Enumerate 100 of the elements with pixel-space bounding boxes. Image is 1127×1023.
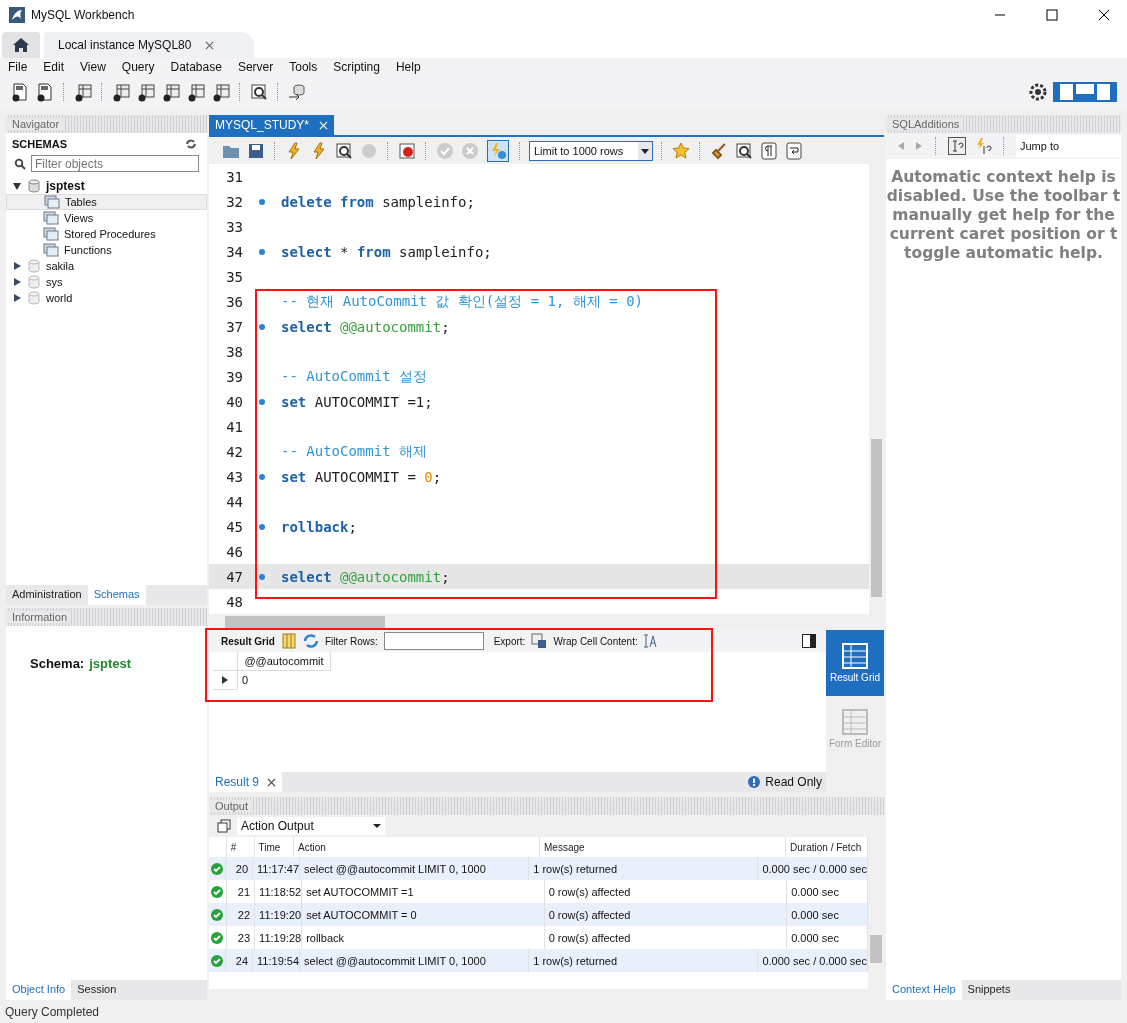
wrap-text-icon[interactable] — [643, 634, 658, 648]
line-number: 38 — [225, 343, 243, 360]
line-number: 37 — [225, 318, 243, 335]
tree-item[interactable]: Tables — [6, 194, 207, 210]
maximize-icon[interactable] — [1046, 9, 1058, 21]
close-icon[interactable] — [1098, 9, 1110, 21]
output-type-dropdown[interactable]: Action Output — [237, 817, 385, 835]
collapsed-arrow-icon[interactable] — [12, 293, 22, 303]
menu-item[interactable]: Help — [395, 60, 421, 74]
reconnect-icon[interactable] — [287, 82, 307, 102]
star-icon[interactable] — [671, 140, 691, 161]
refresh-icon[interactable] — [302, 633, 319, 649]
tree-item[interactable]: Stored Procedures — [6, 226, 207, 242]
status-message: Query Completed — [5, 1004, 100, 1019]
panel-tab[interactable]: Administration — [6, 585, 88, 605]
error-stop-icon[interactable] — [397, 140, 417, 161]
menu-item[interactable]: Query — [121, 60, 155, 74]
code-line: set AUTOCOMMIT = 0; — [281, 468, 442, 485]
wrap-label: Wrap Cell Content: — [553, 635, 638, 647]
line-number: 43 — [225, 468, 243, 485]
explain-icon[interactable] — [334, 140, 354, 161]
panel-toggle-icon[interactable] — [802, 634, 816, 648]
collapsed-arrow-icon[interactable] — [12, 277, 22, 287]
limit-dropdown[interactable]: Limit to 1000 rows — [529, 140, 653, 161]
auto-help-icon[interactable] — [974, 137, 992, 155]
line-number: 42 — [225, 443, 243, 460]
menu-item[interactable]: Database — [170, 60, 222, 74]
table-cell: 11:17:47 — [253, 857, 301, 880]
panel-tab[interactable]: Object Info — [6, 980, 72, 1000]
search-icon[interactable] — [249, 82, 269, 102]
menu-item[interactable]: Edit — [43, 60, 65, 74]
copy-icon[interactable] — [217, 819, 231, 833]
create-view-icon[interactable] — [161, 82, 181, 102]
menu-item[interactable]: Tools — [289, 60, 318, 74]
menu-item[interactable]: Server — [237, 60, 274, 74]
find-icon[interactable] — [734, 140, 754, 161]
refresh-icon[interactable] — [185, 138, 197, 150]
broom-icon[interactable] — [709, 140, 729, 161]
tree-item[interactable]: Functions — [6, 242, 207, 258]
close-icon[interactable] — [267, 777, 277, 787]
menu-item[interactable]: Scripting — [333, 60, 380, 74]
menu-item[interactable]: File — [8, 60, 28, 74]
collapsed-arrow-icon[interactable] — [12, 261, 22, 271]
schema-item[interactable]: sakila — [46, 260, 75, 272]
table-cell: 0 row(s) affected — [544, 903, 788, 926]
new-sql-file-icon[interactable] — [10, 82, 30, 102]
table-cell: select @@autocommit LIMIT 0, 1000 — [300, 857, 530, 880]
table-cell: 11:19:20 — [255, 903, 303, 926]
info-icon — [748, 776, 761, 788]
schema-item[interactable]: jsptest — [46, 179, 85, 193]
export-label: Export: — [493, 635, 526, 647]
jump-to-dropdown[interactable]: Jump to — [1016, 135, 1121, 157]
panel-header: SQLAdditions — [886, 115, 1121, 133]
home-icon[interactable] — [12, 37, 30, 53]
line-number: 33 — [225, 218, 243, 235]
line-number: 40 — [225, 393, 243, 410]
panel-tab[interactable]: Snippets — [961, 980, 1017, 1000]
success-icon — [210, 862, 223, 875]
dropdown-arrow-icon[interactable] — [373, 823, 381, 829]
editor-tab[interactable]: MYSQL_STUDY* — [209, 115, 335, 135]
layout-toggle-icon[interactable] — [1053, 82, 1117, 102]
create-procedure-icon[interactable] — [186, 82, 206, 102]
panel-tab[interactable]: Schemas — [87, 585, 146, 605]
panel-header: Information — [6, 608, 207, 626]
line-number: 44 — [225, 493, 243, 510]
wrap-icon[interactable] — [784, 140, 804, 161]
view-mode-button[interactable]: Result Grid — [826, 630, 884, 696]
schema-info-icon[interactable] — [73, 82, 93, 102]
success-icon — [210, 954, 223, 967]
panel-tab[interactable]: Context Help — [886, 980, 962, 1000]
filter-field[interactable]: Filter objects — [31, 155, 199, 172]
section-heading: SCHEMAS — [12, 138, 67, 150]
schema-item[interactable]: world — [46, 292, 73, 304]
create-schema-icon[interactable] — [111, 82, 131, 102]
panel-tab[interactable]: Session — [71, 980, 123, 1000]
check-icon[interactable] — [435, 140, 455, 161]
context-help-icon[interactable] — [948, 137, 966, 155]
database-icon — [27, 259, 41, 273]
filter-rows-field[interactable] — [383, 632, 484, 650]
home-button[interactable] — [2, 32, 40, 58]
settings-icon[interactable] — [1028, 82, 1048, 102]
help-message: Automatic context help is disabled. Use the toolbar t manually get help for the current caret position or t toggle automatic help. — [886, 167, 1121, 264]
columns-icon[interactable] — [280, 633, 297, 649]
database-icon — [27, 179, 41, 193]
tree-item[interactable]: Views — [6, 210, 207, 226]
column-header[interactable]: @@autocommit — [238, 652, 331, 671]
export-icon[interactable] — [531, 633, 548, 649]
create-table-icon[interactable] — [136, 82, 156, 102]
result-grid-label: Result Grid — [221, 635, 275, 647]
grid-corner-cell[interactable] — [213, 652, 238, 671]
create-function-icon[interactable] — [211, 82, 231, 102]
schema-item[interactable]: sys — [46, 276, 63, 288]
result-tab[interactable]: Result 9 — [209, 772, 283, 792]
connection-tab[interactable]: Local instance MySQL80 — [44, 32, 255, 58]
autocommit-toggle-icon[interactable] — [487, 139, 509, 162]
open-sql-file-icon[interactable] — [35, 82, 55, 102]
expanded-arrow-icon[interactable] — [12, 181, 22, 191]
paragraph-icon[interactable] — [759, 140, 779, 161]
menu-item[interactable]: View — [80, 60, 106, 74]
success-icon — [211, 908, 224, 921]
